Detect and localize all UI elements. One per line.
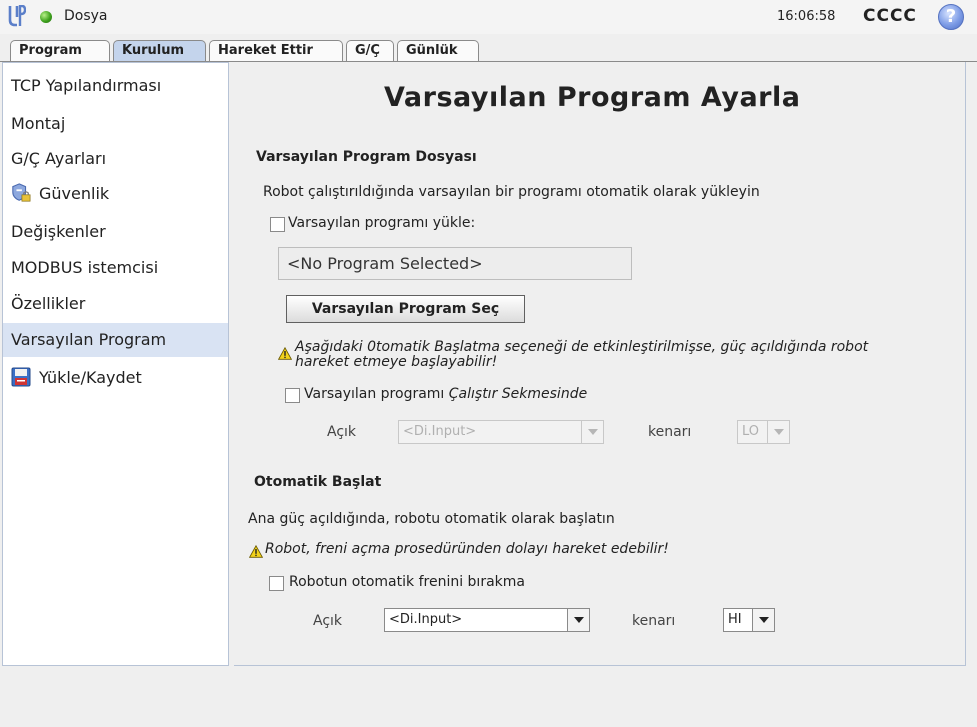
auto-brake-release-checkbox[interactable]	[269, 576, 284, 591]
warning-icon	[249, 545, 263, 558]
brake-warning-text: Robot, freni açma prosedüründen dolayı h…	[265, 541, 669, 557]
sidebar-item-label: Montaj	[11, 114, 66, 133]
sidebar-item-label: TCP Yapılandırması	[11, 76, 162, 95]
auto-brake-release-label: Robotun otomatik frenini bırakma	[289, 574, 525, 590]
tab-kurulum[interactable]: Kurulum	[113, 40, 206, 61]
clock: 16:06:58	[777, 9, 836, 24]
open-label: Açık	[313, 613, 343, 629]
autostart-input-select[interactable]: <Di.Input>	[384, 608, 590, 632]
tab-program[interactable]: Program	[10, 40, 110, 61]
sidebar-item-tcp[interactable]: TCP Yapılandırması	[3, 69, 228, 103]
default-edge-select-value: LO	[742, 424, 760, 439]
run-tab-label-italic: Çalıştır Sekmesinde	[448, 386, 588, 402]
autostart-edge-select-value: HI	[728, 612, 742, 627]
sidebar-item-safety[interactable]: Güvenlik	[3, 177, 228, 211]
autostart-edge-select[interactable]: HI	[723, 608, 775, 632]
chevron-down-icon	[767, 421, 789, 443]
default-edge-select[interactable]: LO	[737, 420, 790, 444]
selected-program-field: <No Program Selected>	[278, 247, 632, 280]
default-file-heading: Varsayılan Program Dosyası	[256, 149, 477, 165]
select-default-program-button[interactable]: Varsayılan Program Seç	[286, 295, 525, 323]
warning-icon	[278, 347, 292, 360]
sidebar-item-label: Değişkenler	[11, 222, 106, 241]
main-panel: Varsayılan Program Ayarla Varsayılan Pro…	[234, 62, 966, 666]
warning-line-1: Aşağıdaki 0tomatik Başlatma seçeneği de …	[295, 339, 869, 355]
default-file-description: Robot çalıştırıldığında varsayılan bir p…	[263, 184, 760, 200]
edge-label: kenarı	[632, 613, 676, 629]
sidebar-item-label: Güvenlik	[39, 184, 110, 203]
shield-lock-icon	[12, 183, 31, 202]
autostart-warning-text: Aşağıdaki 0tomatik Başlatma seçeneği de …	[295, 340, 868, 370]
sidebar-item-label: Yükle/Kaydet	[39, 368, 142, 387]
sidebar-item-label: G/Ç Ayarları	[11, 149, 107, 168]
sidebar-item-variables[interactable]: Değişkenler	[3, 215, 228, 249]
chevron-down-icon	[581, 421, 603, 443]
load-default-program-label: Varsayılan programı yükle:	[288, 215, 476, 231]
page-title: Varsayılan Program Ayarla	[384, 82, 801, 113]
default-input-select[interactable]: <Di.Input>	[398, 420, 604, 444]
autostart-input-select-value: <Di.Input>	[389, 612, 463, 627]
sidebar-item-features[interactable]: Özellikler	[3, 287, 228, 321]
sidebar-item-label: Özellikler	[11, 294, 86, 313]
load-default-program-checkbox[interactable]	[270, 217, 285, 232]
edge-label: kenarı	[648, 424, 692, 440]
default-input-select-value: <Di.Input>	[403, 424, 477, 439]
autostart-heading: Otomatik Başlat	[254, 474, 382, 490]
run-tab-label: Varsayılan programı Çalıştır Sekmesinde	[304, 386, 587, 402]
ur-logo-icon	[8, 5, 26, 27]
file-menu[interactable]: Dosya	[64, 8, 108, 24]
sidebar-item-io-settings[interactable]: G/Ç Ayarları	[3, 142, 228, 176]
sidebar-item-montaj[interactable]: Montaj	[3, 107, 228, 141]
sidebar-item-label: MODBUS istemcisi	[11, 258, 159, 277]
chevron-down-icon	[752, 609, 774, 631]
help-icon[interactable]: ?	[938, 4, 964, 30]
warning-line-2: hareket etmeye başlayabilir!	[295, 354, 498, 370]
open-label: Açık	[327, 424, 357, 440]
run-tab-checkbox[interactable]	[285, 388, 300, 403]
tab-hareket-ettir[interactable]: Hareket Ettir	[209, 40, 343, 61]
tab-gunluk[interactable]: Günlük	[397, 40, 479, 61]
top-bar: Dosya 16:06:58 CCCC ?	[0, 0, 977, 34]
tab-gc[interactable]: G/Ç	[346, 40, 394, 61]
sidebar-item-load-save[interactable]: Yükle/Kaydet	[3, 361, 228, 395]
sidebar-item-modbus[interactable]: MODBUS istemcisi	[3, 251, 228, 285]
floppy-disk-icon	[11, 367, 31, 387]
autostart-description: Ana güç açıldığında, robotu otomatik ola…	[248, 511, 615, 527]
chevron-down-icon	[567, 609, 589, 631]
robot-status-indicator	[40, 11, 52, 23]
installation-sidebar: TCP Yapılandırması Montaj G/Ç Ayarları G…	[2, 62, 229, 666]
sidebar-item-default-program[interactable]: Varsayılan Program	[3, 323, 228, 357]
sidebar-item-label: Varsayılan Program	[11, 330, 167, 349]
robot-name: CCCC	[863, 6, 917, 26]
run-tab-label-text: Varsayılan programı	[304, 386, 449, 402]
